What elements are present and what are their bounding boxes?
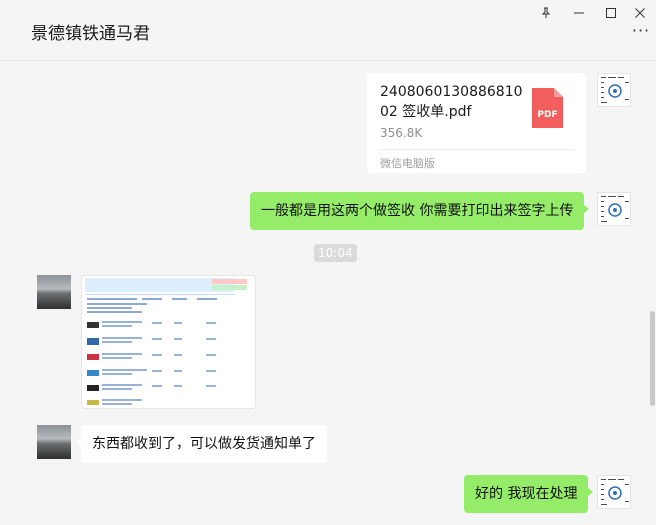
- pin-button[interactable]: [533, 3, 559, 23]
- file-message[interactable]: 240806013088681002 签收单.pdf 356.8K 微信电脑版 …: [367, 73, 586, 173]
- pdf-file-icon: PDF: [532, 88, 563, 128]
- maximize-button[interactable]: [598, 3, 624, 23]
- minimize-button[interactable]: [566, 3, 592, 23]
- self-avatar[interactable]: [597, 475, 631, 509]
- qr-avatar-icon: [598, 193, 630, 225]
- message-bubble-self[interactable]: 好的 我现在处理: [464, 475, 594, 513]
- close-button[interactable]: [627, 3, 653, 23]
- chat-scrollbar[interactable]: [650, 311, 655, 406]
- contact-avatar[interactable]: [37, 425, 71, 459]
- file-source: 微信电脑版: [380, 157, 435, 170]
- qr-avatar-icon: [598, 476, 630, 508]
- contact-avatar[interactable]: [37, 275, 71, 309]
- maximize-icon: [606, 8, 616, 18]
- self-avatar[interactable]: [597, 73, 631, 107]
- qr-avatar-icon: [598, 74, 630, 106]
- file-name: 240806013088681002 签收单.pdf: [380, 84, 523, 120]
- file-divider: [380, 149, 573, 150]
- image-message[interactable]: [81, 275, 256, 409]
- chat-title: 景德镇铁通马君: [31, 24, 150, 44]
- file-size: 356.8K: [380, 126, 423, 140]
- close-icon: [635, 8, 645, 18]
- message-bubble-other[interactable]: 东西都收到了，可以做发货通知单了: [76, 425, 327, 463]
- pdf-icon-label: PDF: [537, 110, 558, 120]
- more-options-button[interactable]: ···: [630, 23, 652, 46]
- minimize-icon: [574, 12, 584, 14]
- document-screenshot-thumbnail: [82, 276, 255, 408]
- message-bubble-self[interactable]: 一般都是用这两个做签收 你需要打印出来签字上传: [250, 192, 590, 230]
- timestamp: 10:04: [314, 244, 357, 262]
- self-avatar[interactable]: [597, 192, 631, 226]
- title-bar: 景德镇铁通马君 ···: [0, 0, 656, 61]
- chat-area[interactable]: 240806013088681002 签收单.pdf 356.8K 微信电脑版 …: [0, 61, 656, 525]
- pin-icon: [541, 7, 551, 18]
